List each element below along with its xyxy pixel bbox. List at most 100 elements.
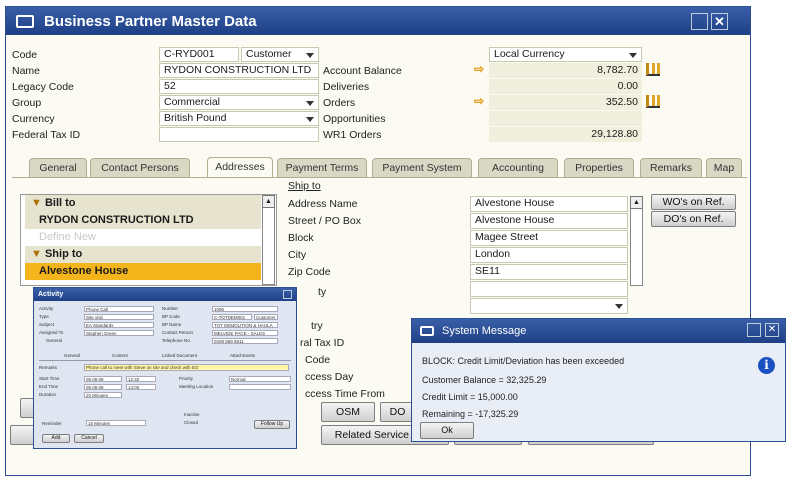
title-bar: Business Partner Master Data ✕ [6,7,750,35]
street-field[interactable]: Alvestone House [470,213,628,229]
priority-select[interactable]: Normal [229,376,291,382]
bar-chart-icon[interactable] [646,63,660,76]
close-button[interactable]: ✕ [711,13,728,30]
assigned-to-label: Assigned To [39,330,64,335]
bp-type-value: Customer [246,48,292,60]
opportunities-value [489,111,642,126]
name-field[interactable]: RYDON CONSTRUCTION LTD [159,63,319,78]
street-label: Street / PO Box [288,215,361,227]
add-button[interactable]: Add [42,434,70,443]
ok-button[interactable]: Ok [420,422,474,439]
group-value: Commercial [164,96,221,108]
bp-type-field[interactable]: Customer [254,314,278,320]
currency-value: British Pound [164,112,227,124]
minimize-button[interactable] [747,323,761,337]
activity-field[interactable]: Phone Call [84,306,154,312]
close-button[interactable]: ✕ [765,323,779,337]
start-time-field[interactable]: 12:40 [126,376,156,382]
assigned-to-field[interactable]: Stephen Green [84,330,154,336]
county-field[interactable] [470,281,628,297]
subject-field[interactable]: EA Standards [84,322,154,328]
scroll-up-icon[interactable]: ▲ [630,196,643,209]
local-currency-value: Local Currency [494,48,565,60]
bp-code-field[interactable]: C-TOTDEM001 [212,314,252,320]
orders-value: 352.50 [489,95,642,110]
tab-contact-persons[interactable]: Contact Persons [90,158,190,177]
type-value: Site visit [86,315,103,320]
federal-tax-field[interactable] [159,127,319,142]
list-item-ship-to-header[interactable]: ▼ Ship to [25,246,261,263]
telephone-field[interactable]: 0208 669 6811 [212,338,278,344]
bar-chart-icon[interactable] [646,95,660,108]
tab-addresses[interactable]: Addresses [207,157,273,178]
remarks-value: Phone call to meet with Steve on site an… [86,365,199,370]
end-time-value: 13:00 [128,385,140,390]
bp-name-label: BP Name [162,322,182,327]
end-time-field[interactable]: 13:00 [126,384,156,390]
group-select[interactable]: Commercial [159,95,319,110]
tab-remarks[interactable]: Remarks [640,158,702,177]
close-icon[interactable] [283,290,292,299]
scroll-up-icon[interactable]: ▲ [262,195,275,208]
country-select[interactable] [470,298,628,314]
currency-select[interactable]: British Pound [159,111,319,126]
reminder-field[interactable]: 15 Minutes [86,420,146,426]
duration-field[interactable]: 20 Minutes [84,392,122,398]
bp-type-select[interactable]: Customer [241,47,319,62]
contact-person-field[interactable]: MELVIDE PACE - SALES [212,330,278,336]
tab-general[interactable]: General [29,158,87,177]
reminder-checkbox[interactable]: Reminder [42,421,62,426]
remarks-field[interactable]: Phone call to meet with Steve on site an… [84,364,289,371]
osm-button[interactable]: OSM [321,402,375,422]
number-field[interactable]: 1096 [212,306,278,312]
list-item-bill-to-header[interactable]: ▼ Bill to [25,195,261,212]
local-currency-select[interactable]: Local Currency [489,47,642,62]
follow-up-button[interactable]: Follow Up [254,420,290,429]
county-label-partial: ty [318,286,327,298]
city-field[interactable]: London [470,247,628,263]
tab-accounting[interactable]: Accounting [478,158,558,177]
meeting-location-select[interactable] [229,384,291,390]
orders-label: Orders [323,96,356,109]
contact-person-label: Contact Person [162,330,194,335]
account-balance-label: Account Balance [323,64,402,77]
tab-payment-terms[interactable]: Payment Terms [277,158,367,177]
zip-code-field[interactable]: SE11 [470,264,628,280]
meeting-location-label: Meeting Location [179,384,214,389]
do-on-ref-button[interactable]: DO's on Ref. [651,211,736,227]
ship-to-section-label: Ship to [288,180,321,192]
street-scrollbar[interactable] [630,196,643,286]
chevron-down-icon [615,304,623,309]
tab-map[interactable]: Map [706,158,742,177]
bp-name-field[interactable]: TOT DEMOLITION & HAULA [212,322,278,328]
activity-tab-attachments[interactable]: Attachments [230,353,255,358]
start-date-field[interactable]: 05.09.08 [84,376,122,382]
list-item-ship-to-address[interactable]: Alvestone House [25,263,261,280]
chevron-down-icon [306,53,314,58]
activity-tab-linked-document[interactable]: Linked Document [162,353,197,358]
zip-code-label: Zip Code [288,266,331,278]
list-item-define-new[interactable]: Define New [25,229,261,246]
code-field[interactable]: C-RYD001 [159,47,239,62]
wo-on-ref-button[interactable]: WO's on Ref. [651,194,736,210]
activity-tab-content[interactable]: Content [112,353,128,358]
tab-payment-system[interactable]: Payment System [372,158,472,177]
address-name-field[interactable]: Alvestone House [470,196,628,212]
type-field[interactable]: Site visit [84,314,154,320]
minimize-button[interactable] [691,13,708,30]
address-list-scrollbar[interactable] [262,195,275,285]
end-date-field[interactable]: 05.09.08 [84,384,122,390]
cancel-button[interactable]: Cancel [74,434,104,443]
legacy-code-field[interactable]: 52 [159,79,319,94]
closed-checkbox[interactable]: Closed [184,420,198,425]
block-field[interactable]: Magee Street [470,230,628,246]
link-arrow-icon[interactable]: ⇨ [474,62,484,76]
federal-tax-label-partial: ral Tax ID [300,337,345,349]
tab-properties[interactable]: Properties [564,158,634,177]
link-arrow-icon[interactable]: ⇨ [474,94,484,108]
activity-tab-general[interactable]: General [64,353,80,358]
list-item-bill-to-address[interactable]: RYDON CONSTRUCTION LTD [25,212,261,229]
inactive-checkbox[interactable]: Inactive [184,412,200,417]
do-button-partial[interactable]: DO [380,402,415,422]
general-checkbox-label[interactable]: General [46,338,62,343]
